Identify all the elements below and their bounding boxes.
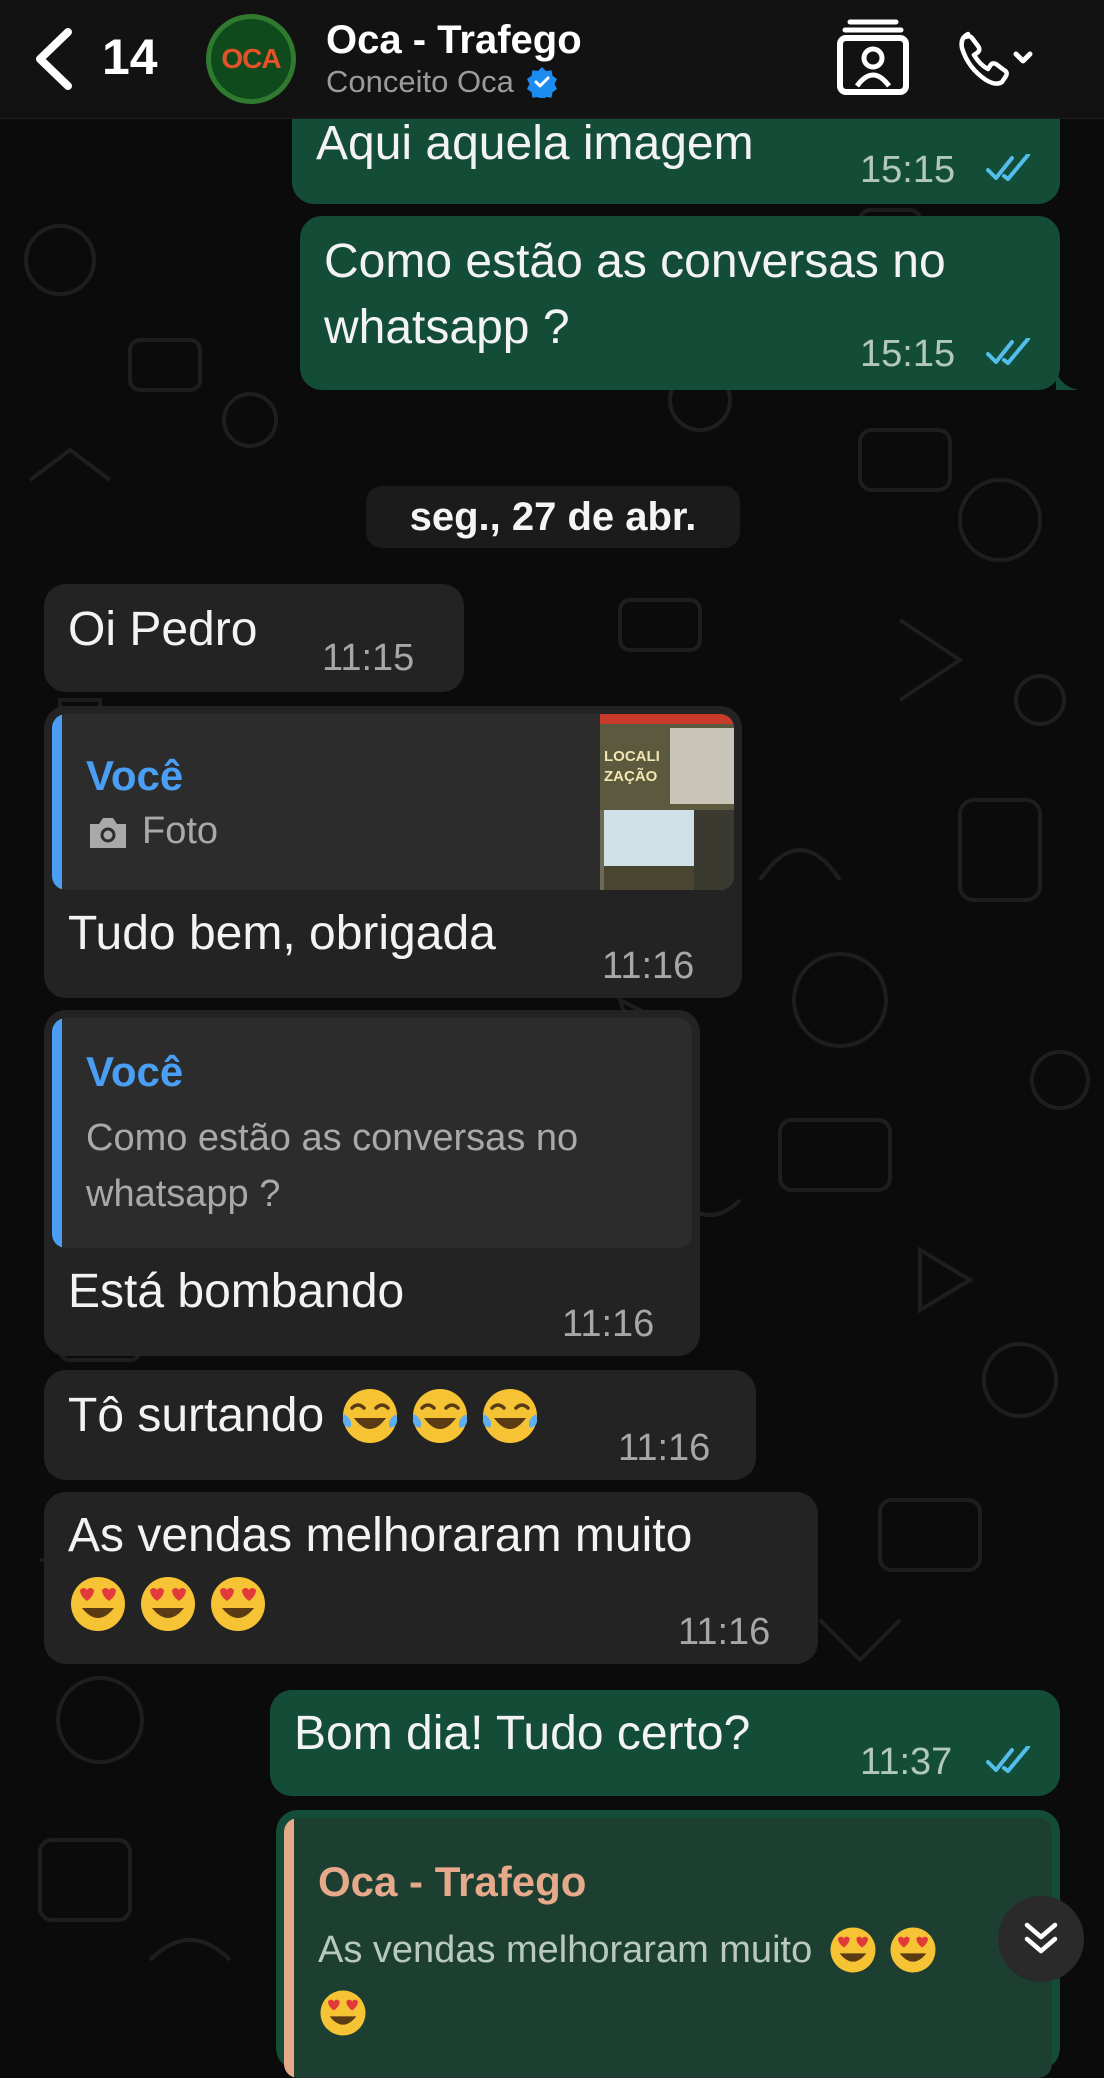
scroll-to-bottom-button[interactable] — [998, 1896, 1084, 1982]
message-time: 15:15 — [860, 333, 956, 375]
heart-eyes-emoji — [211, 1577, 265, 1631]
message-text: Aqui aquela imagem — [316, 117, 754, 170]
quote-sender: Oca - Trafego — [318, 1858, 587, 1905]
double-check-icon — [986, 154, 1030, 181]
double-check-icon — [986, 1746, 1030, 1773]
message-incoming[interactable]: As vendas melhoraram muito 11:16 — [44, 1492, 818, 1664]
chevron-left-icon[interactable] — [30, 26, 80, 92]
verified-badge-icon — [526, 67, 557, 98]
heart-eyes-emoji — [71, 1577, 125, 1631]
message-outgoing[interactable]: Bom dia! Tudo certo? 11:37 — [270, 1690, 1060, 1796]
quote-sender: Você — [86, 1048, 184, 1095]
quoted-message[interactable]: Oca - Trafego As vendas melhoraram muito — [284, 1818, 1052, 2078]
thumbnail-text-1: LOCALI — [604, 748, 660, 765]
avatar-logo-text: OCA — [211, 19, 291, 99]
quoted-message[interactable]: Você Foto LOCALI ZAÇÃO — [52, 714, 734, 890]
message-incoming-reply[interactable]: Você Como estão as conversas no whatsapp… — [44, 1010, 700, 1356]
message-text: As vendas melhoraram muito — [68, 1509, 693, 1562]
chat-title[interactable]: Oca - Trafego — [326, 16, 582, 64]
chat-subtitle[interactable]: Conceito Oca — [326, 62, 558, 102]
bubble-tail — [1056, 370, 1078, 390]
double-check-icon — [986, 338, 1030, 365]
business-name: Conceito Oca — [326, 64, 514, 99]
message-time: 11:16 — [618, 1427, 711, 1469]
message-text: Bom dia! Tudo certo? — [294, 1707, 751, 1760]
date-separator: seg., 27 de abr. — [366, 486, 740, 548]
message-incoming[interactable]: Tô surtando 11:16 — [44, 1370, 756, 1480]
message-time: 11:16 — [562, 1303, 655, 1345]
quote-photo-thumbnail[interactable]: LOCALI ZAÇÃO — [600, 714, 734, 890]
message-text: Tô surtando — [68, 1389, 325, 1442]
message-outgoing[interactable]: Como estão as conversas no whatsapp ? 15… — [300, 216, 1060, 390]
message-time: 11:37 — [860, 1741, 953, 1783]
heart-eyes-emoji — [141, 1577, 195, 1631]
heart-eyes-emoji — [830, 1927, 876, 1973]
message-incoming[interactable]: Oi Pedro 11:15 — [44, 584, 464, 692]
thumbnail-text-2: ZAÇÃO — [604, 768, 658, 785]
quote-accent-bar — [52, 1018, 62, 1248]
emoji-row — [68, 1574, 278, 1634]
unread-count[interactable]: 14 — [102, 24, 158, 90]
contact-card-icon[interactable] — [836, 16, 910, 96]
message-time: 11:16 — [678, 1611, 771, 1653]
quote-text-line1: Como estão as conversas no — [86, 1117, 579, 1159]
camera-icon — [90, 817, 126, 848]
quote-text: As vendas melhoraram muito — [318, 1929, 813, 1971]
quote-accent-bar — [52, 714, 62, 890]
message-text-line1: Como estão as conversas no — [324, 235, 946, 288]
quote-photo-label: Foto — [86, 810, 218, 853]
tears-of-joy-emoji — [483, 1389, 538, 1443]
double-chevron-down-icon — [1024, 1922, 1058, 1954]
chat-header: 14 OCA Oca - Trafego Conceito Oca — [0, 0, 1104, 119]
avatar[interactable]: OCA — [206, 14, 296, 104]
quote-accent-bar — [284, 1818, 294, 2078]
tears-of-joy-emoji — [413, 1389, 468, 1443]
message-incoming-reply[interactable]: Você Foto LOCALI ZAÇÃO Tudo bem, obrigad… — [44, 706, 742, 998]
quoted-message[interactable]: Você Como estão as conversas no whatsapp… — [52, 1018, 692, 1248]
message-time: 11:15 — [322, 637, 415, 679]
quote-text-row: As vendas melhoraram muito — [318, 1922, 948, 1978]
quote-text-line2: whatsapp ? — [86, 1173, 281, 1215]
message-text-line2: whatsapp ? — [324, 301, 570, 354]
phone-icon[interactable] — [956, 28, 1036, 88]
message-outgoing[interactable]: Aqui aquela imagem 15:15 — [292, 108, 1060, 204]
message-text: Oi Pedro — [68, 603, 258, 656]
quote-sender: Você — [86, 752, 184, 799]
message-text: Está bombando — [68, 1265, 405, 1318]
message-time: 11:16 — [602, 945, 695, 987]
message-time: 15:15 — [860, 149, 956, 191]
quote-type: Foto — [142, 810, 219, 852]
message-text-row: Tô surtando — [68, 1384, 550, 1448]
heart-eyes-emoji — [320, 1990, 366, 2036]
message-text: Tudo bem, obrigada — [68, 907, 496, 960]
tears-of-joy-emoji — [343, 1389, 398, 1443]
heart-eyes-emoji — [890, 1927, 936, 1973]
message-outgoing-reply[interactable]: Oca - Trafego As vendas melhoraram muito — [276, 1810, 1060, 2078]
